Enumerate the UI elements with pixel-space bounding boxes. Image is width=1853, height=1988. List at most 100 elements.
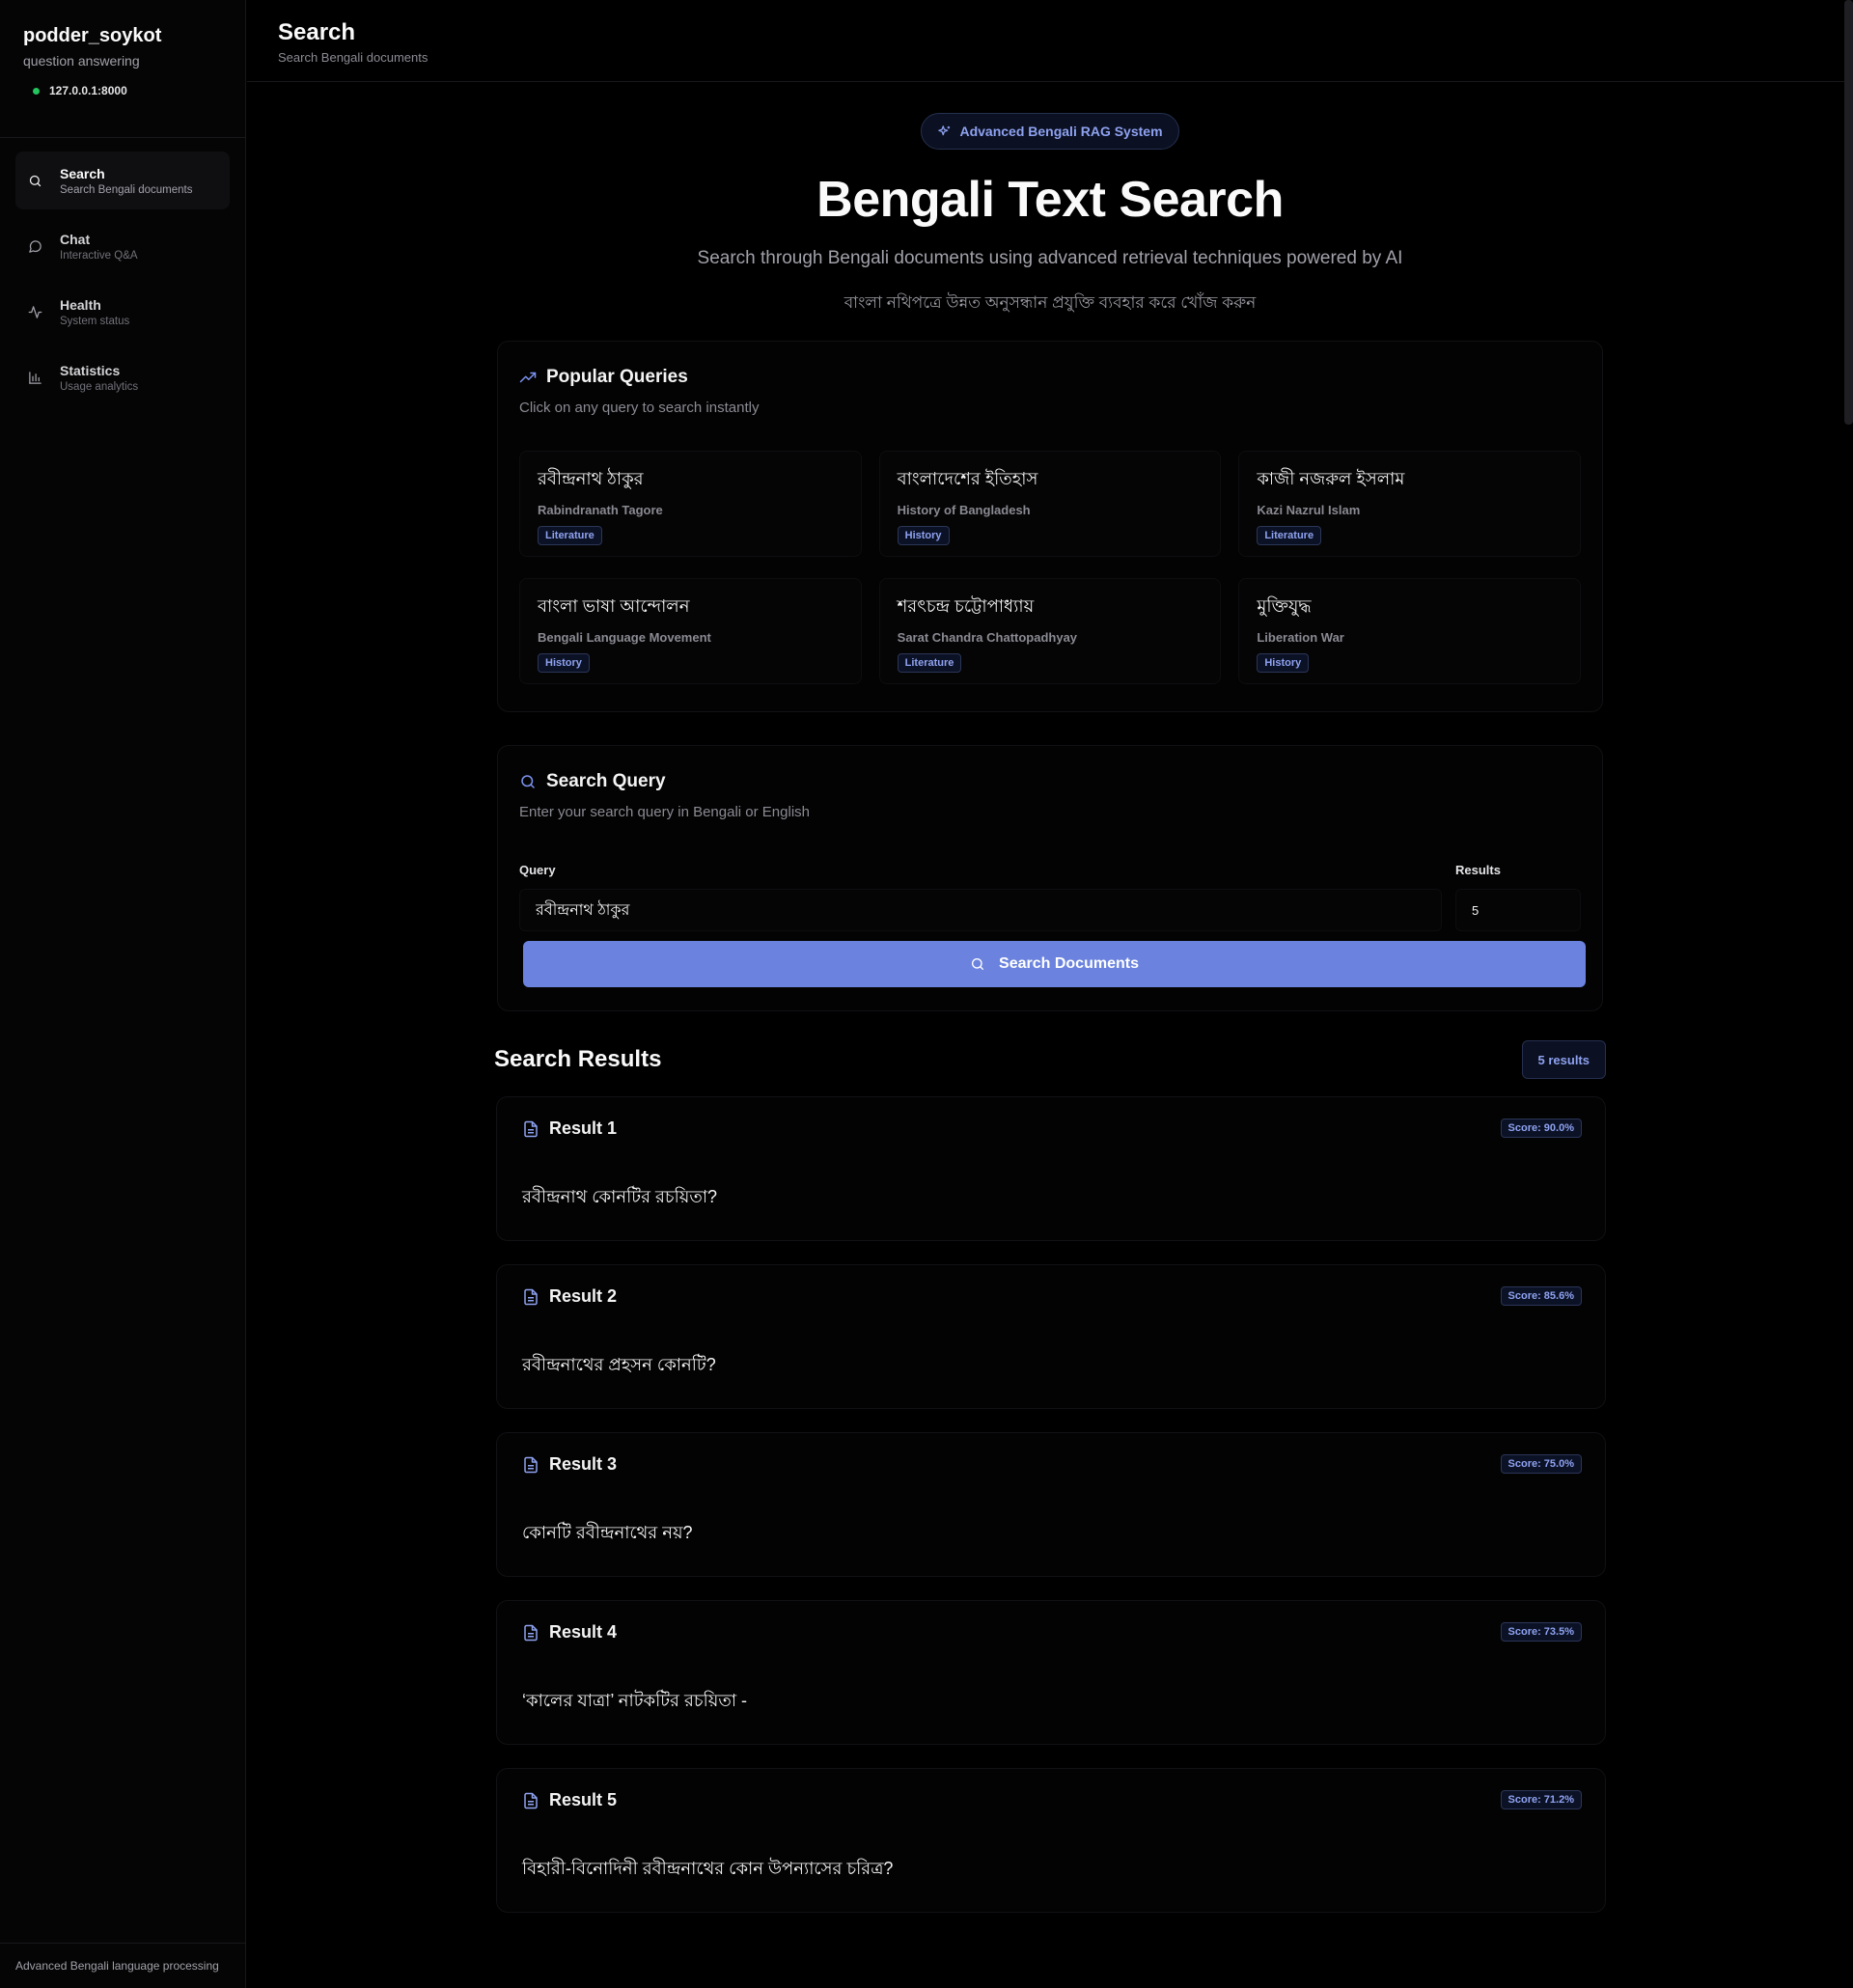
brand: podder_soykot question answering 127.0.0… (0, 0, 245, 138)
sidebar: podder_soykot question answering 127.0.0… (0, 0, 246, 1988)
query-english: Bengali Language Movement (538, 630, 711, 645)
results-field: Results (1455, 863, 1581, 931)
result-text: বিহারী-বিনোদিনী রবীন্দ্রনাথের কোন উপন্যা… (522, 1859, 894, 1878)
result-header: Result 5 (522, 1790, 1582, 1810)
sidebar-item-search[interactable]: Search Search Bengali documents (15, 152, 230, 209)
search-query-title: Search Query (519, 771, 1581, 792)
sidebar-item-label: Statistics (60, 362, 121, 378)
score-badge: Score: 73.5% (1500, 1622, 1582, 1642)
sidebar-item-chat[interactable]: Chat Interactive Q&A (15, 217, 230, 275)
document-icon (522, 1456, 539, 1474)
sidebar-nav: Search Search Bengali documents Chat Int… (0, 138, 245, 428)
query-english: Sarat Chandra Chattopadhyay (897, 630, 1078, 645)
result-card: Result 5 Score: 71.2% বিহারী-বিনোদিনী রব… (496, 1768, 1606, 1913)
search-results: Search Results 5 results Result 1 Score:… (494, 1040, 1606, 1913)
query-bengali: বাংলা ভাষা আন্দোলন (538, 596, 690, 616)
query-english: Kazi Nazrul Islam (1257, 503, 1361, 517)
popular-query-item[interactable]: শরৎচন্দ্র চট্টোপাধ্যায় Sarat Chandra Ch… (878, 578, 1222, 684)
popular-queries-title: Popular Queries (519, 367, 1581, 388)
query-english: Rabindranath Tagore (538, 503, 663, 517)
popular-query-item[interactable]: বাংলাদেশের ইতিহাস History of Bangladesh … (878, 451, 1222, 557)
sparkles-icon (937, 124, 952, 139)
sidebar-item-statistics[interactable]: Statistics Usage analytics (15, 348, 230, 406)
query-bengali: মুক্তিযুদ্ধ (1257, 596, 1312, 616)
document-icon (522, 1792, 539, 1809)
hero-description-bengali: বাংলা নথিপত্রে উন্নত অনুসন্ধান প্রযুক্তি… (844, 293, 1257, 312)
result-title: Result 2 (549, 1286, 618, 1306)
popular-queries-description: Click on any query to search instantly (519, 400, 760, 416)
result-text: রবীন্দ্রনাথ কোনটির রচয়িতা? (522, 1187, 718, 1206)
popular-query-item[interactable]: রবীন্দ্রনাথ ঠাকুর Rabindranath Tagore Li… (519, 451, 862, 557)
bar-chart-icon (27, 370, 42, 385)
brand-name: podder_soykot (23, 25, 162, 46)
category-tag: Literature (1257, 526, 1322, 545)
main-content: Advanced Bengali RAG System Bengali Text… (247, 83, 1843, 1913)
status-dot-icon (33, 87, 40, 95)
popular-query-item[interactable]: মুক্তিযুদ্ধ Liberation War History (1238, 578, 1581, 684)
search-documents-button[interactable]: Search Documents (523, 941, 1586, 987)
scrollbar-thumb[interactable] (1844, 0, 1853, 425)
score-badge: Score: 90.0% (1500, 1118, 1582, 1138)
document-icon (522, 1624, 539, 1642)
page-header: Search Search Bengali documents (247, 0, 1853, 82)
sidebar-item-description: Usage analytics (60, 380, 139, 393)
search-query-card: Search Query Enter your search query in … (497, 745, 1603, 1011)
search-query-description: Enter your search query in Bengali or En… (519, 804, 810, 820)
hero-description: Search through Bengali documents using a… (697, 248, 1403, 268)
search-form: Query Results (519, 863, 1581, 931)
results-header: Search Results 5 results (494, 1040, 1606, 1079)
result-title: Result 3 (549, 1454, 618, 1474)
popular-queries-grid: রবীন্দ্রনাথ ঠাকুর Rabindranath Tagore Li… (519, 451, 1581, 684)
query-english: Liberation War (1257, 630, 1344, 645)
query-bengali: বাংলাদেশের ইতিহাস (897, 469, 1038, 488)
sidebar-item-label: Chat (60, 231, 91, 247)
query-bengali: শরৎচন্দ্র চট্টোপাধ্যায় (897, 596, 1035, 616)
results-list: Result 1 Score: 90.0% রবীন্দ্রনাথ কোনটির… (494, 1096, 1606, 1913)
content-column: Advanced Bengali RAG System Bengali Text… (494, 83, 1606, 1913)
server-address: 127.0.0.1:8000 (49, 84, 127, 97)
result-card: Result 4 Score: 73.5% ‘কালের যাত্রা’ নাট… (496, 1600, 1606, 1745)
search-icon (970, 956, 985, 972)
sidebar-item-label: Health (60, 296, 101, 313)
query-label: Query (519, 863, 556, 877)
page-title: Search (278, 19, 356, 45)
server-status: 127.0.0.1:8000 (33, 84, 222, 97)
trending-up-icon (519, 369, 537, 386)
popular-query-item[interactable]: বাংলা ভাষা আন্দোলন Bengali Language Move… (519, 578, 862, 684)
app-root: podder_soykot question answering 127.0.0… (0, 0, 1853, 1988)
sidebar-item-health[interactable]: Health System status (15, 283, 230, 341)
category-tag: Literature (538, 526, 602, 545)
results-title: Search Results (494, 1046, 662, 1072)
sidebar-item-description: System status (60, 315, 130, 327)
search-icon (519, 773, 537, 790)
result-card: Result 2 Score: 85.6% রবীন্দ্রনাথের প্রহ… (496, 1264, 1606, 1409)
brand-subtitle: question answering (23, 53, 140, 69)
score-badge: Score: 71.2% (1500, 1790, 1582, 1809)
search-button-label: Search Documents (999, 955, 1139, 972)
document-icon (522, 1120, 539, 1138)
page-subtitle: Search Bengali documents (278, 50, 429, 65)
sidebar-item-description: Interactive Q&A (60, 249, 138, 262)
query-bengali: রবীন্দ্রনাথ ঠাকুর (538, 469, 644, 488)
query-bengali: কাজী নজরুল ইসলাম (1257, 469, 1405, 488)
result-title: Result 4 (549, 1622, 618, 1642)
result-title: Result 1 (549, 1118, 618, 1138)
hero: Advanced Bengali RAG System Bengali Text… (494, 83, 1606, 318)
results-count-input[interactable] (1455, 889, 1581, 931)
result-title: Result 5 (549, 1790, 618, 1809)
activity-icon (27, 304, 42, 319)
hero-title: Bengali Text Search (816, 172, 1284, 228)
category-tag: History (538, 653, 590, 673)
popular-queries-heading: Popular Queries (546, 367, 688, 387)
result-text: ‘কালের যাত্রা’ নাটকটির রচয়িতা - (522, 1691, 748, 1710)
query-input[interactable] (519, 889, 1442, 931)
result-header: Result 4 (522, 1622, 1582, 1643)
query-english: History of Bangladesh (897, 503, 1031, 517)
results-label: Results (1455, 863, 1501, 877)
search-query-heading: Search Query (546, 771, 666, 791)
system-badge: Advanced Bengali RAG System (921, 113, 1179, 150)
popular-query-item[interactable]: কাজী নজরুল ইসলাম Kazi Nazrul Islam Liter… (1238, 451, 1581, 557)
sidebar-item-description: Search Bengali documents (60, 183, 193, 196)
result-text: রবীন্দ্রনাথের প্রহসন কোনটি? (522, 1355, 716, 1374)
score-badge: Score: 75.0% (1500, 1454, 1582, 1474)
